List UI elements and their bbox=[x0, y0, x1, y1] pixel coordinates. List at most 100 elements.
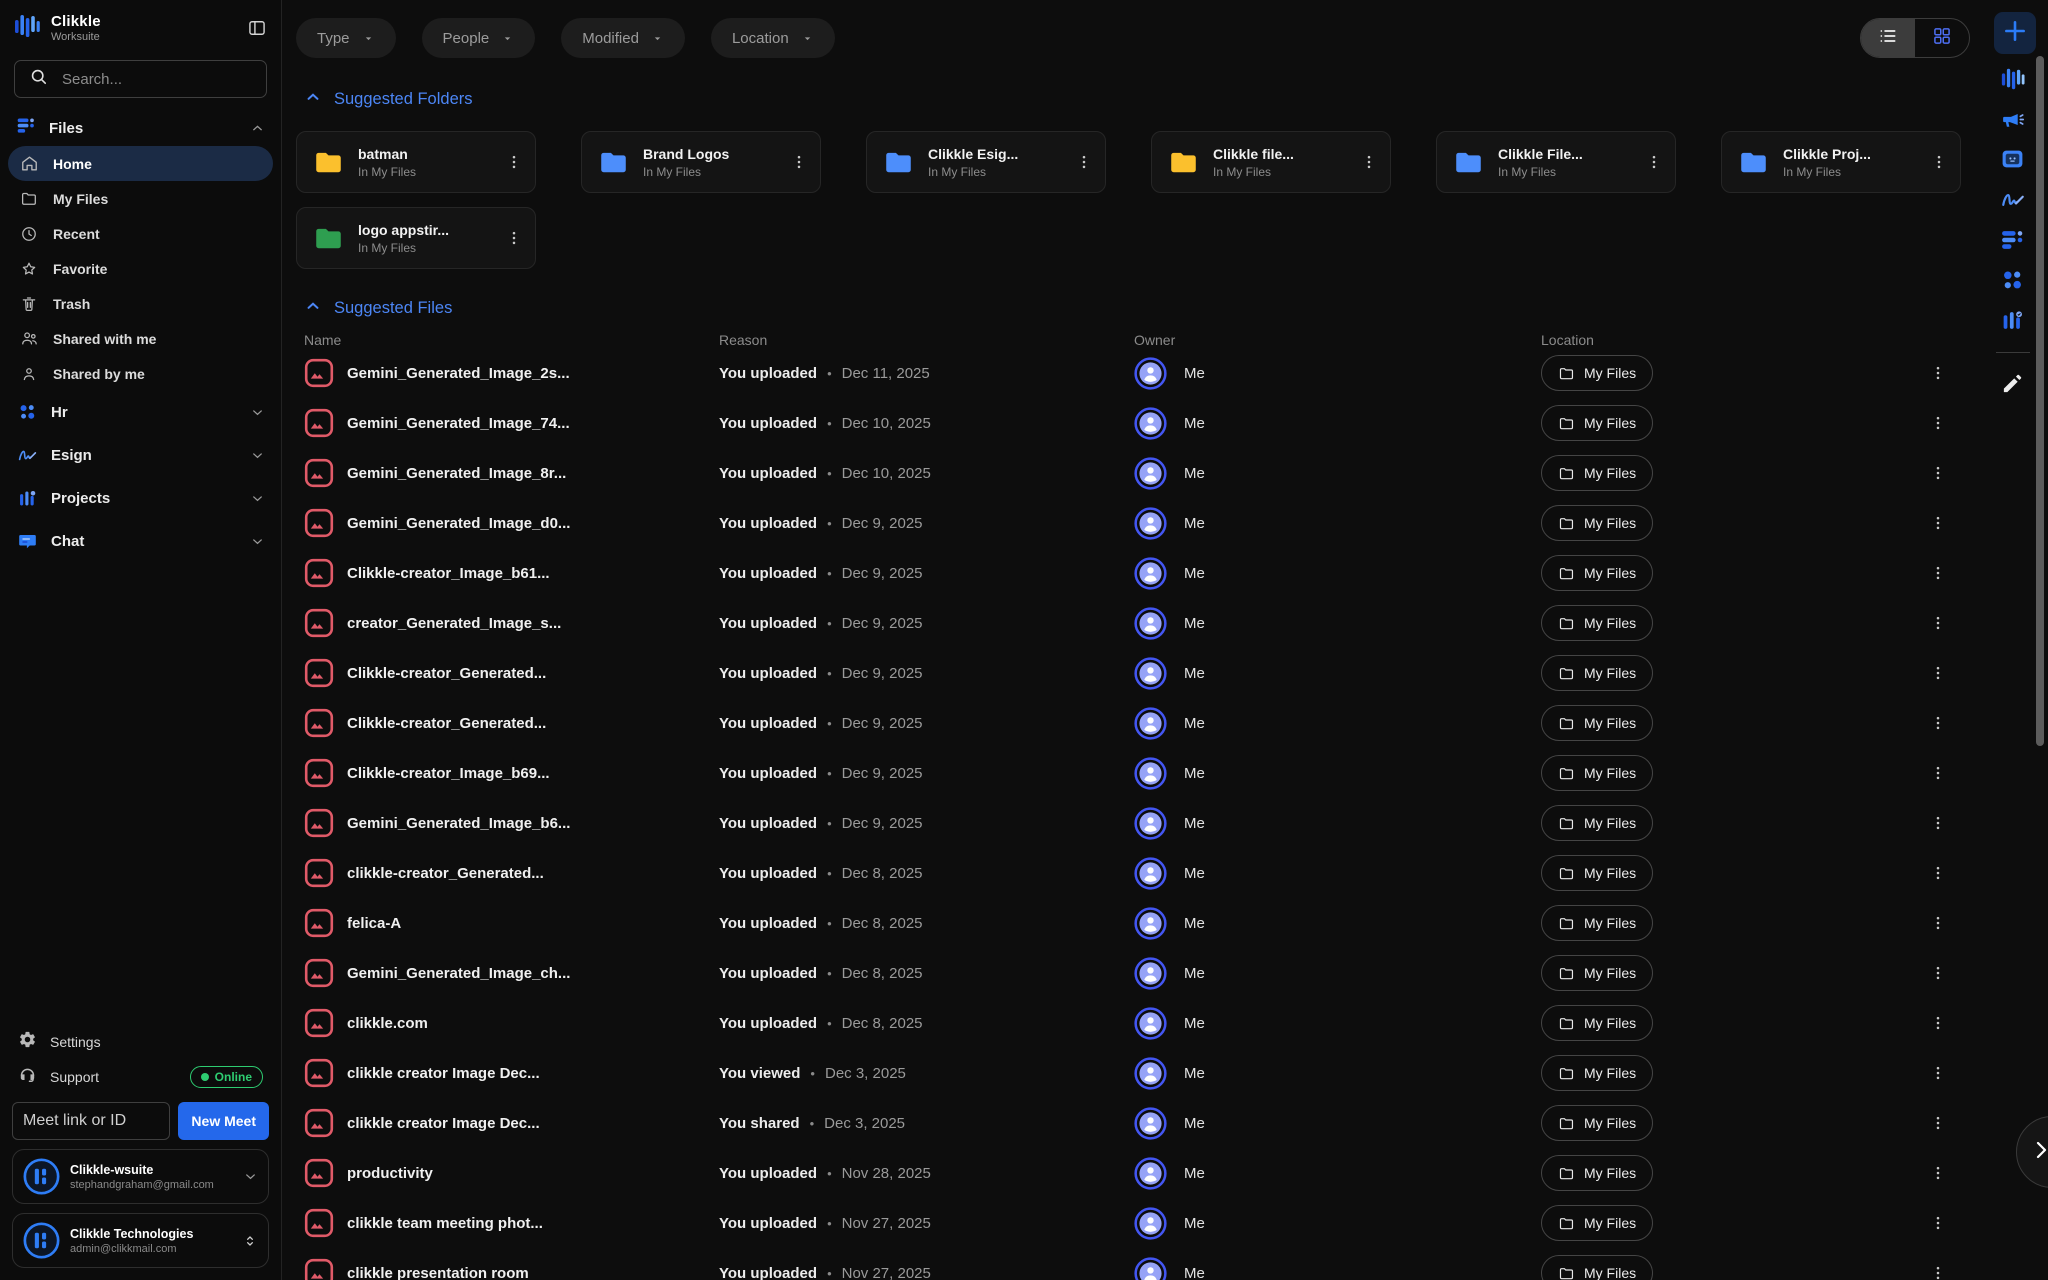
pencil-icon[interactable] bbox=[2001, 372, 2024, 395]
announcements-icon[interactable] bbox=[2000, 107, 2025, 132]
location-chip[interactable]: My Files bbox=[1541, 1055, 1653, 1091]
new-meet-button[interactable]: New Meet bbox=[178, 1102, 269, 1140]
more-options-icon[interactable] bbox=[1915, 414, 1961, 432]
file-row[interactable]: creator_Generated_Image_s...You uploaded… bbox=[296, 598, 1961, 648]
folder-card-clikkle-file[interactable]: Clikkle file...In My Files bbox=[1151, 131, 1391, 193]
file-row[interactable]: Gemini_Generated_Image_b6...You uploaded… bbox=[296, 798, 1961, 848]
sidebar-item-shared-by-me[interactable]: Shared by me bbox=[8, 356, 273, 391]
location-chip[interactable]: My Files bbox=[1541, 855, 1653, 891]
filter-chip-people[interactable]: People bbox=[422, 18, 536, 58]
file-row[interactable]: Clikkle-creator_Generated...You uploaded… bbox=[296, 698, 1961, 748]
more-options-icon[interactable] bbox=[505, 229, 523, 247]
location-chip[interactable]: My Files bbox=[1541, 355, 1653, 391]
more-options-icon[interactable] bbox=[1915, 1064, 1961, 1082]
chevron-down-icon[interactable] bbox=[243, 1169, 258, 1184]
location-chip[interactable]: My Files bbox=[1541, 655, 1653, 691]
file-row[interactable]: clikkle presentation roomYou uploaded•No… bbox=[296, 1248, 1961, 1280]
sidebar-item-trash[interactable]: Trash bbox=[8, 286, 273, 321]
hr-icon[interactable] bbox=[2000, 268, 2025, 293]
more-options-icon[interactable] bbox=[1915, 614, 1961, 632]
file-row[interactable]: clikkle-creator_Generated...You uploaded… bbox=[296, 848, 1961, 898]
more-options-icon[interactable] bbox=[1915, 864, 1961, 882]
more-options-icon[interactable] bbox=[1915, 1214, 1961, 1232]
location-chip[interactable]: My Files bbox=[1541, 1105, 1653, 1141]
sidebar-item-support[interactable]: Support Online bbox=[12, 1059, 269, 1094]
list-view-button[interactable] bbox=[1861, 19, 1915, 57]
search-input[interactable] bbox=[62, 71, 252, 88]
filter-chip-type[interactable]: Type bbox=[296, 18, 396, 58]
add-new-button[interactable] bbox=[1994, 12, 2036, 54]
location-chip[interactable]: My Files bbox=[1541, 405, 1653, 441]
more-options-icon[interactable] bbox=[1915, 914, 1961, 932]
more-options-icon[interactable] bbox=[1915, 1014, 1961, 1032]
more-options-icon[interactable] bbox=[1915, 514, 1961, 532]
file-row[interactable]: clikkle team meeting phot...You uploaded… bbox=[296, 1198, 1961, 1248]
more-options-icon[interactable] bbox=[1915, 664, 1961, 682]
location-chip[interactable]: My Files bbox=[1541, 1255, 1653, 1280]
sidebar-section-projects[interactable]: Projects bbox=[0, 477, 281, 520]
scrollbar-thumb[interactable] bbox=[2036, 56, 2044, 746]
projects-icon[interactable] bbox=[2000, 308, 2025, 333]
more-options-icon[interactable] bbox=[1915, 714, 1961, 732]
location-chip[interactable]: My Files bbox=[1541, 1205, 1653, 1241]
more-options-icon[interactable] bbox=[1915, 364, 1961, 382]
file-row[interactable]: Clikkle-creator_Image_b61...You uploaded… bbox=[296, 548, 1961, 598]
file-row[interactable]: Clikkle-creator_Generated...You uploaded… bbox=[296, 648, 1961, 698]
suggested-folders-header[interactable]: Suggested Folders bbox=[296, 88, 1961, 111]
meet-link-input[interactable] bbox=[12, 1102, 170, 1140]
file-row[interactable]: clikkle creator Image Dec...You shared•D… bbox=[296, 1098, 1961, 1148]
more-options-icon[interactable] bbox=[1915, 564, 1961, 582]
chevron-up-icon[interactable] bbox=[250, 121, 265, 136]
more-options-icon[interactable] bbox=[1915, 464, 1961, 482]
more-options-icon[interactable] bbox=[1915, 1264, 1961, 1280]
filter-chip-modified[interactable]: Modified bbox=[561, 18, 685, 58]
file-row[interactable]: productivityYou uploaded•Nov 28, 2025MeM… bbox=[296, 1148, 1961, 1198]
file-row[interactable]: felica-AYou uploaded•Dec 8, 2025MeMy Fil… bbox=[296, 898, 1961, 948]
more-options-icon[interactable] bbox=[1915, 764, 1961, 782]
more-options-icon[interactable] bbox=[1915, 1164, 1961, 1182]
more-options-icon[interactable] bbox=[1930, 153, 1948, 171]
file-row[interactable]: Gemini_Generated_Image_74...You uploaded… bbox=[296, 398, 1961, 448]
filter-chip-location[interactable]: Location bbox=[711, 18, 835, 58]
sidebar-section-chat[interactable]: Chat bbox=[0, 520, 281, 563]
location-chip[interactable]: My Files bbox=[1541, 755, 1653, 791]
more-options-icon[interactable] bbox=[505, 153, 523, 171]
location-chip[interactable]: My Files bbox=[1541, 955, 1653, 991]
suggested-files-header[interactable]: Suggested Files bbox=[296, 297, 1961, 320]
sidebar-item-shared-with-me[interactable]: Shared with me bbox=[8, 321, 273, 356]
folder-card-clikkle-proj[interactable]: Clikkle Proj...In My Files bbox=[1721, 131, 1961, 193]
folder-card-brand-logos[interactable]: Brand LogosIn My Files bbox=[581, 131, 821, 193]
folder-card-clikkle-esig[interactable]: Clikkle Esig...In My Files bbox=[866, 131, 1106, 193]
file-row[interactable]: Gemini_Generated_Image_8r...You uploaded… bbox=[296, 448, 1961, 498]
collapse-sidebar-icon[interactable] bbox=[247, 18, 267, 38]
location-chip[interactable]: My Files bbox=[1541, 1155, 1653, 1191]
file-row[interactable]: Gemini_Generated_Image_ch...You uploaded… bbox=[296, 948, 1961, 998]
more-options-icon[interactable] bbox=[790, 153, 808, 171]
folder-card-batman[interactable]: batmanIn My Files bbox=[296, 131, 536, 193]
file-row[interactable]: Clikkle-creator_Image_b69...You uploaded… bbox=[296, 748, 1961, 798]
chevron-down-icon[interactable] bbox=[250, 448, 265, 463]
sidebar-item-settings[interactable]: Settings bbox=[12, 1024, 269, 1059]
folder-card-clikkle-file[interactable]: Clikkle File...In My Files bbox=[1436, 131, 1676, 193]
files-icon[interactable] bbox=[2000, 228, 2025, 253]
unfold-icon[interactable] bbox=[242, 1233, 258, 1249]
location-chip[interactable]: My Files bbox=[1541, 505, 1653, 541]
location-chip[interactable]: My Files bbox=[1541, 1005, 1653, 1041]
sidebar-item-home[interactable]: Home bbox=[8, 146, 273, 181]
sidebar-item-my-files[interactable]: My Files bbox=[8, 181, 273, 216]
file-row[interactable]: clikkle.comYou uploaded•Dec 8, 2025MeMy … bbox=[296, 998, 1961, 1048]
esign-icon[interactable] bbox=[2000, 187, 2026, 213]
file-row[interactable]: Gemini_Generated_Image_2s...You uploaded… bbox=[296, 348, 1961, 398]
sidebar-item-favorite[interactable]: Favorite bbox=[8, 251, 273, 286]
more-options-icon[interactable] bbox=[1915, 1114, 1961, 1132]
location-chip[interactable]: My Files bbox=[1541, 805, 1653, 841]
grid-view-button[interactable] bbox=[1915, 19, 1969, 57]
more-options-icon[interactable] bbox=[1645, 153, 1663, 171]
sidebar-section-hr[interactable]: Hr bbox=[0, 391, 281, 434]
clikkle-apps-icon[interactable] bbox=[2000, 66, 2026, 92]
account-card-clikkle-technologies[interactable]: Clikkle Technologiesadmin@clikkmail.com bbox=[12, 1213, 269, 1268]
account-card-clikkle-wsuite[interactable]: Clikkle-wsuitestephandgraham@gmail.com bbox=[12, 1149, 269, 1204]
folder-card-logo-appstir[interactable]: logo appstir...In My Files bbox=[296, 207, 536, 269]
file-row[interactable]: Gemini_Generated_Image_d0...You uploaded… bbox=[296, 498, 1961, 548]
location-chip[interactable]: My Files bbox=[1541, 605, 1653, 641]
